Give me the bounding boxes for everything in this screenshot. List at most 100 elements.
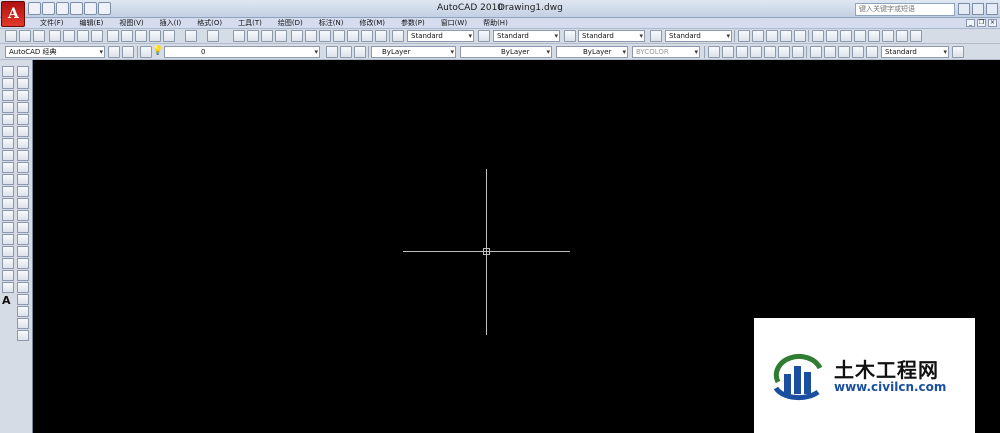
rectangle-icon[interactable] xyxy=(2,114,14,125)
mtext-icon[interactable] xyxy=(2,282,14,293)
edit-tool-icon[interactable] xyxy=(17,294,29,305)
text-style-select[interactable]: Standard xyxy=(407,30,474,42)
qnew-icon[interactable] xyxy=(5,30,17,42)
extend-icon[interactable] xyxy=(17,186,29,197)
sheet-set-icon[interactable] xyxy=(333,30,345,42)
mleader-style-select[interactable]: Standard xyxy=(665,30,732,42)
table-icon[interactable] xyxy=(2,270,14,281)
annotation-scale-icon[interactable] xyxy=(952,46,964,58)
measure-icon[interactable] xyxy=(780,30,792,42)
print-preview-icon[interactable] xyxy=(752,30,764,42)
copy-object-icon[interactable] xyxy=(17,78,29,89)
table-style-select[interactable]: Standard xyxy=(578,30,645,42)
publish-icon[interactable] xyxy=(77,30,89,42)
gradient-icon[interactable] xyxy=(2,246,14,257)
autocad-logo[interactable] xyxy=(1,1,25,27)
help-icon[interactable] xyxy=(986,3,998,15)
save-icon[interactable] xyxy=(56,2,69,15)
break-icon[interactable] xyxy=(17,210,29,221)
preview-icon[interactable] xyxy=(63,30,75,42)
plot-tool-icon[interactable] xyxy=(766,30,778,42)
layer-previous-icon[interactable] xyxy=(340,46,352,58)
orbit-icon[interactable] xyxy=(708,46,720,58)
make-current-icon[interactable] xyxy=(326,46,338,58)
menu-item[interactable]: 文件(F) xyxy=(32,18,72,29)
text-tool-icon[interactable]: A xyxy=(2,294,11,307)
menu-item[interactable]: 参数(P) xyxy=(393,18,433,29)
revision-cloud-icon[interactable] xyxy=(2,150,14,161)
multiline-text-icon[interactable] xyxy=(826,30,838,42)
hatch-icon[interactable] xyxy=(2,234,14,245)
region-icon[interactable] xyxy=(2,258,14,269)
help-button-icon[interactable] xyxy=(375,30,387,42)
arc-icon[interactable] xyxy=(2,126,14,137)
restore-button[interactable]: ❐ xyxy=(977,19,986,27)
move-icon[interactable] xyxy=(17,126,29,137)
view-front-icon[interactable] xyxy=(736,46,748,58)
rotate-icon[interactable] xyxy=(17,138,29,149)
point-icon[interactable] xyxy=(2,222,14,233)
spell-check-icon[interactable] xyxy=(868,30,880,42)
properties-icon[interactable] xyxy=(291,30,303,42)
plotstyle-select[interactable]: BYCOLOR xyxy=(632,46,700,58)
dim-aligned-icon[interactable] xyxy=(824,46,836,58)
layer-tool-icon[interactable] xyxy=(738,30,750,42)
open-icon[interactable] xyxy=(42,2,55,15)
dim-style-icon[interactable] xyxy=(478,30,490,42)
chamfer-icon[interactable] xyxy=(17,234,29,245)
offset-icon[interactable] xyxy=(17,102,29,113)
view-top-icon[interactable] xyxy=(722,46,734,58)
save-file-icon[interactable] xyxy=(33,30,45,42)
scale-icon[interactable] xyxy=(17,150,29,161)
break-at-point-icon[interactable] xyxy=(17,198,29,209)
copy-icon[interactable] xyxy=(121,30,133,42)
insert-block-icon[interactable] xyxy=(2,198,14,209)
design-center-icon[interactable] xyxy=(305,30,317,42)
workspace-customize-icon[interactable] xyxy=(122,46,134,58)
menu-item[interactable]: 视图(V) xyxy=(111,18,151,29)
construction-line-icon[interactable] xyxy=(2,78,14,89)
trim-icon[interactable] xyxy=(17,174,29,185)
stretch-icon[interactable] xyxy=(17,162,29,173)
menu-item[interactable]: 帮助(H) xyxy=(475,18,516,29)
scale-style-select[interactable]: Standard xyxy=(881,46,949,58)
layer-select[interactable]: 0 xyxy=(164,46,320,58)
paste-icon[interactable] xyxy=(135,30,147,42)
polygon-icon[interactable] xyxy=(2,102,14,113)
block-icon[interactable] xyxy=(794,30,806,42)
edit-text-icon[interactable] xyxy=(840,30,852,42)
zoom-window-icon[interactable] xyxy=(261,30,273,42)
erase-icon[interactable] xyxy=(17,66,29,77)
menu-item[interactable]: 绘图(D) xyxy=(270,18,311,29)
undo-arrow-icon[interactable] xyxy=(185,30,197,42)
dim-style-select[interactable]: Standard xyxy=(493,30,560,42)
view-left-icon[interactable] xyxy=(750,46,762,58)
lightbulb-icon[interactable]: 💡 xyxy=(152,46,164,58)
line-icon[interactable] xyxy=(2,66,14,77)
view-iso-icon[interactable] xyxy=(764,46,776,58)
redo-arrow-icon[interactable] xyxy=(207,30,219,42)
mleader-style-icon[interactable] xyxy=(650,30,662,42)
layer-properties-icon[interactable] xyxy=(140,46,152,58)
redo-icon[interactable] xyxy=(84,2,97,15)
find-text-icon[interactable] xyxy=(854,30,866,42)
render-icon[interactable] xyxy=(792,46,804,58)
dim-linear-icon[interactable] xyxy=(810,46,822,58)
linetype-select[interactable]: ByLayer xyxy=(460,46,552,58)
menu-item[interactable]: 修改(M) xyxy=(351,18,393,29)
open-file-icon[interactable] xyxy=(19,30,31,42)
table-style-icon[interactable] xyxy=(564,30,576,42)
tool-palettes-icon[interactable] xyxy=(319,30,331,42)
fillet-icon[interactable] xyxy=(17,246,29,257)
menu-item[interactable]: 插入(I) xyxy=(152,18,190,29)
pan-icon[interactable] xyxy=(233,30,245,42)
lineweight-select[interactable]: ByLayer xyxy=(556,46,628,58)
color-select[interactable]: ByLayer xyxy=(371,46,456,58)
zoom-realtime-icon[interactable] xyxy=(247,30,259,42)
layer-state-icon[interactable] xyxy=(354,46,366,58)
ellipse-arc-icon[interactable] xyxy=(2,186,14,197)
convert-space-icon[interactable] xyxy=(910,30,922,42)
close-button[interactable]: × xyxy=(988,19,997,27)
menu-item[interactable]: 标注(N) xyxy=(311,18,352,29)
cut-icon[interactable] xyxy=(107,30,119,42)
